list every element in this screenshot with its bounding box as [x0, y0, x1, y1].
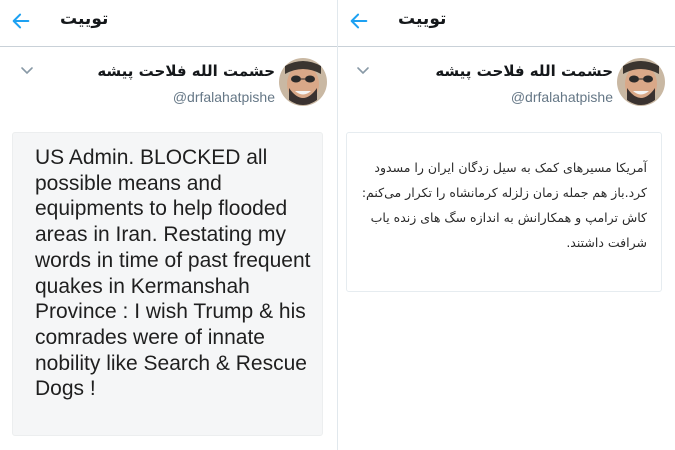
right-tweet-screen: توییت حشمت الله فلاحت پیشه @drfalahatpis…: [338, 0, 675, 450]
left-tweet-screen: توییت حشمت الله فلاحت پیشه @drfalahatpis…: [0, 0, 337, 450]
page-title: توییت: [398, 9, 447, 29]
page-title: توییت: [60, 9, 109, 29]
back-arrow-icon[interactable]: [10, 10, 32, 32]
top-bar: توییت: [0, 0, 337, 47]
tweet-card[interactable]: آمریکا مسیرهای کمک به سیل زدگان ایران را…: [346, 132, 662, 292]
tweet-text: US Admin. BLOCKED all possible means and…: [35, 146, 311, 401]
chevron-down-icon[interactable]: [20, 66, 34, 76]
author-handle[interactable]: @drfalahatpishe: [173, 89, 275, 105]
tweet-text: آمریکا مسیرهای کمک به سیل زدگان ایران را…: [361, 160, 647, 250]
author-name[interactable]: حشمت الله فلاحت پیشه: [435, 62, 613, 80]
back-arrow-icon[interactable]: [348, 10, 370, 32]
avatar[interactable]: [279, 58, 327, 106]
top-bar: توییت: [338, 0, 675, 47]
tweet-card[interactable]: US Admin. BLOCKED all possible means and…: [12, 132, 323, 436]
author-handle[interactable]: @drfalahatpishe: [511, 89, 613, 105]
avatar[interactable]: [617, 58, 665, 106]
author-name[interactable]: حشمت الله فلاحت پیشه: [97, 62, 275, 80]
chevron-down-icon[interactable]: [356, 66, 370, 76]
